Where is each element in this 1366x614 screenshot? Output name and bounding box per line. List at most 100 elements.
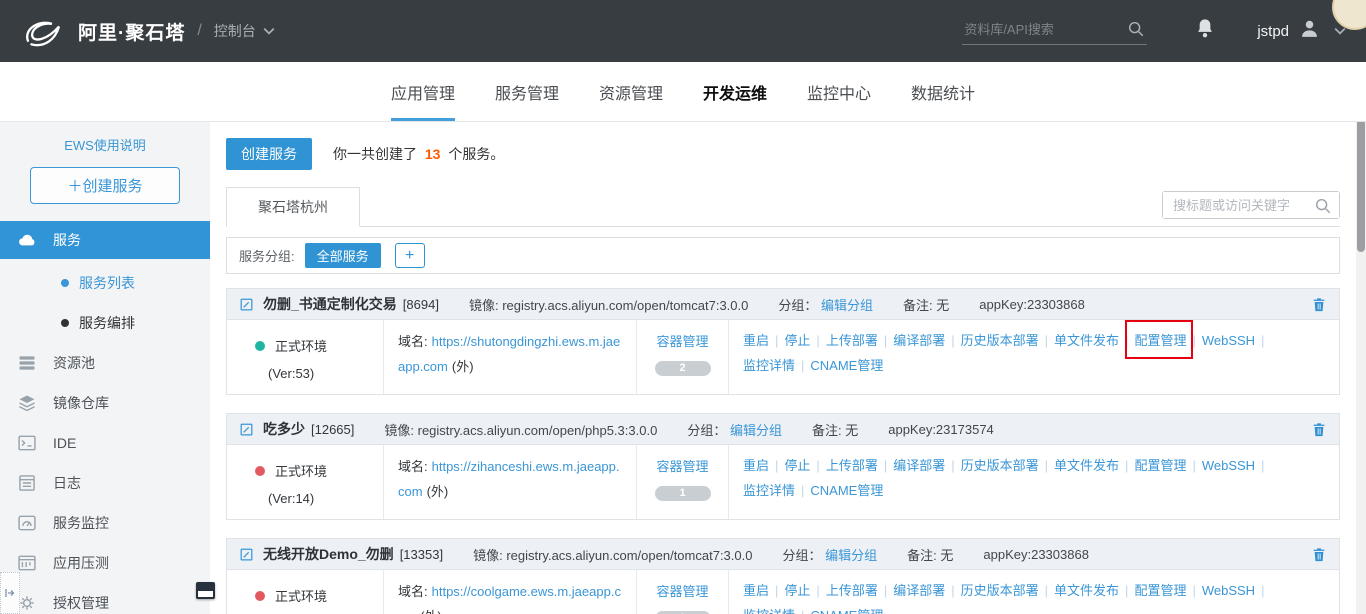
search-icon[interactable]	[1314, 197, 1332, 220]
action-link[interactable]: 单文件发布	[1054, 583, 1119, 598]
delete-icon[interactable]	[1311, 421, 1327, 438]
note-value: 无	[845, 422, 859, 438]
user-icon[interactable]	[1299, 18, 1320, 44]
action-link[interactable]: 配置管理	[1134, 583, 1186, 598]
action-link[interactable]: 单文件发布	[1054, 333, 1119, 348]
add-group-button[interactable]: +	[394, 243, 425, 268]
chevron-down-icon[interactable]	[263, 27, 275, 35]
action-link[interactable]: 历史版本部署	[961, 333, 1039, 348]
action-link[interactable]: 配置管理	[1134, 333, 1186, 348]
edit-icon[interactable]	[239, 547, 254, 562]
container-column: 容器管理 2	[636, 320, 728, 394]
ews-help-link[interactable]: EWS使用说明	[0, 135, 210, 154]
chevron-down-icon[interactable]	[1334, 27, 1346, 35]
sidebar-item-image-registry[interactable]: 镜像仓库	[0, 383, 210, 423]
action-separator: |	[1192, 583, 1196, 598]
tab-app-management[interactable]: 应用管理	[390, 62, 455, 121]
sidebar-item-label: IDE	[53, 435, 77, 451]
floating-widget[interactable]	[196, 582, 215, 599]
env-status: 正式环境	[255, 336, 383, 355]
bullet-icon	[61, 279, 69, 287]
action-link[interactable]: 停止	[784, 458, 810, 473]
console-menu[interactable]: 控制台	[214, 21, 256, 41]
action-link[interactable]: 单文件发布	[1054, 458, 1119, 473]
sidebar-item-label: 服务编排	[79, 315, 135, 331]
action-link[interactable]: 监控详情	[743, 358, 795, 373]
action-link[interactable]: 重启	[743, 458, 769, 473]
tab-data-statistics[interactable]: 数据统计	[911, 62, 975, 121]
action-link[interactable]: 停止	[784, 583, 810, 598]
sidebar-item-resource-pool[interactable]: 资源池	[0, 343, 210, 383]
page-scrollbar	[1356, 122, 1366, 614]
all-services-button[interactable]: 全部服务	[304, 243, 381, 268]
service-count-number: 13	[424, 146, 441, 162]
action-link[interactable]: 历史版本部署	[961, 583, 1039, 598]
sidebar-item-label: 资源池	[53, 355, 95, 371]
sidebar-item-label: 服务列表	[79, 275, 135, 291]
action-link[interactable]: WebSSH	[1202, 333, 1255, 348]
env-status: 正式环境	[255, 586, 383, 605]
gear-icon	[17, 593, 39, 613]
sidebar-item-service-monitor[interactable]: 服务监控	[0, 503, 210, 543]
domain-link[interactable]: https://shutongdingzhi.ews.m.jaeapp.com	[398, 334, 620, 374]
action-link[interactable]: CNAME管理	[810, 608, 883, 614]
search-icon[interactable]	[1127, 20, 1145, 43]
action-link[interactable]: 上传部署	[826, 458, 878, 473]
tab-devops[interactable]: 开发运维	[703, 62, 767, 121]
bell-icon[interactable]	[1195, 17, 1215, 45]
sidebar-item-services[interactable]: 服务	[0, 221, 210, 259]
username[interactable]: jstpd	[1257, 23, 1289, 40]
cloud-icon	[17, 230, 39, 250]
sidebar-collapse-handle[interactable]	[0, 572, 20, 614]
edit-group-link[interactable]: 编辑分组	[730, 423, 782, 438]
edit-group-link[interactable]: 编辑分组	[821, 298, 873, 313]
action-link[interactable]: 上传部署	[826, 333, 878, 348]
sidebar-item-authorization[interactable]: 授权管理	[0, 583, 210, 614]
delete-icon[interactable]	[1311, 296, 1327, 313]
sidebar-item-service-orchestration[interactable]: 服务编排	[0, 303, 210, 343]
create-service-button[interactable]: 创建服务	[226, 138, 312, 170]
action-link[interactable]: 重启	[743, 583, 769, 598]
image-value: registry.acs.aliyun.com/open/tomcat7:3.0…	[506, 547, 753, 563]
action-link[interactable]: 上传部署	[826, 583, 878, 598]
edit-group-link[interactable]: 编辑分组	[825, 548, 877, 563]
action-link[interactable]: 监控详情	[743, 483, 795, 498]
action-link[interactable]: 历史版本部署	[961, 458, 1039, 473]
container-manage-link[interactable]: 容器管理	[656, 459, 708, 474]
sidebar-item-ide[interactable]: IDE	[0, 423, 210, 463]
tab-jushita-hangzhou[interactable]: 聚石塔杭州	[226, 187, 360, 227]
scrollbar-thumb[interactable]	[1357, 122, 1365, 252]
sidebar-item-stress-test[interactable]: 应用压测	[0, 543, 210, 583]
sidebar-create-service-button[interactable]: ＋创建服务	[30, 167, 180, 204]
tab-resource-management[interactable]: 资源管理	[599, 62, 663, 121]
env-status-dot	[255, 465, 265, 476]
sidebar-item-label: 应用压测	[53, 555, 109, 571]
service-card-header: 吃多少 [12665] 镜像: registry.acs.aliyun.com/op…	[227, 414, 1339, 445]
delete-icon[interactable]	[1311, 546, 1327, 563]
global-search-input[interactable]	[962, 17, 1148, 45]
action-link[interactable]: CNAME管理	[810, 358, 883, 373]
action-link[interactable]: 监控详情	[743, 608, 795, 614]
edit-icon[interactable]	[239, 297, 254, 312]
action-link[interactable]: 编译部署	[893, 333, 945, 348]
action-link[interactable]: 重启	[743, 333, 769, 348]
tab-monitor-center[interactable]: 监控中心	[807, 62, 871, 121]
service-appkey: appKey:23303868	[983, 546, 1089, 562]
sidebar-item-logs[interactable]: 日志	[0, 463, 210, 503]
service-actions: 重启 | 停止 | 上传部署 | 编译部署 | 历史版本部署 | 单文件发布 | 配置管理 | WebSSH…	[728, 320, 1339, 394]
action-link[interactable]: 配置管理	[1134, 458, 1186, 473]
action-link[interactable]: WebSSH	[1202, 458, 1255, 473]
sidebar-item-service-list[interactable]: 服务列表	[0, 263, 210, 303]
edit-icon[interactable]	[239, 422, 254, 437]
env-column: 正式环境 (Ver:53)	[227, 320, 383, 394]
tab-service-management[interactable]: 服务管理	[495, 62, 559, 121]
action-link[interactable]: 编译部署	[893, 583, 945, 598]
container-manage-link[interactable]: 容器管理	[656, 334, 708, 349]
action-link[interactable]: CNAME管理	[810, 483, 883, 498]
action-link[interactable]: 编译部署	[893, 458, 945, 473]
filter-search-input[interactable]	[1163, 192, 1339, 218]
env-version: (Ver:14)	[268, 491, 315, 506]
container-manage-link[interactable]: 容器管理	[656, 584, 708, 599]
action-link[interactable]: 停止	[784, 333, 810, 348]
action-link[interactable]: WebSSH	[1202, 583, 1255, 598]
